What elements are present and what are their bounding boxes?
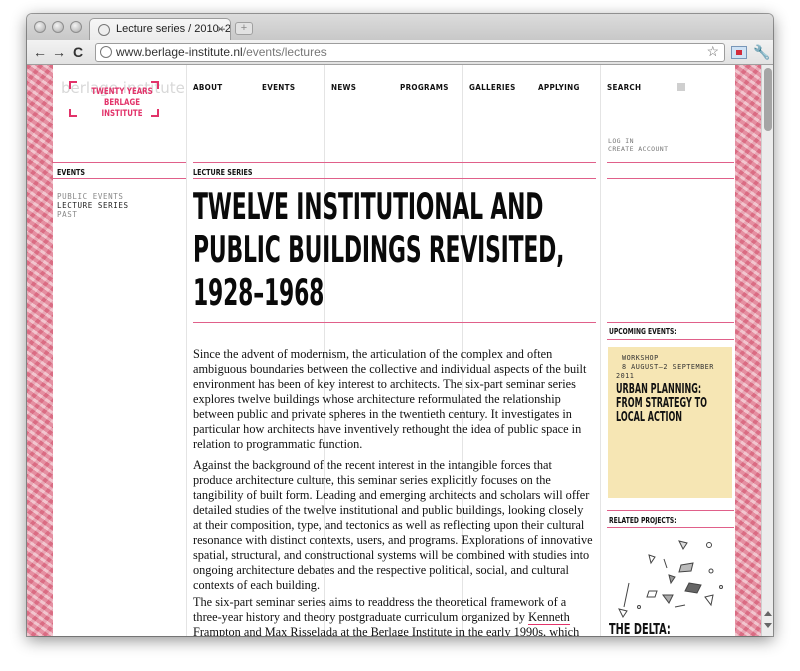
related-project-title[interactable]: THE DELTA: xyxy=(609,620,671,636)
login-link[interactable]: LOG IN xyxy=(608,137,634,145)
minimize-window-button[interactable] xyxy=(52,21,64,33)
scroll-down-arrow[interactable] xyxy=(764,623,772,628)
browser-toolbar: ← → C www.berlage-institute.nl/events/le… xyxy=(27,40,773,65)
nav-programs[interactable]: PROGRAMS xyxy=(400,83,449,92)
event-meta: WORKSHOP 8 AUGUST–2 SEPTEMBER xyxy=(622,354,714,372)
back-button[interactable]: ← xyxy=(33,44,47,60)
background-pattern-right xyxy=(735,65,761,636)
divider xyxy=(193,162,596,163)
address-bar[interactable]: www.berlage-institute.nl/events/lectures… xyxy=(95,43,725,62)
logo-line-2: BERLAGE INSTITUTE xyxy=(101,98,143,119)
related-project-image[interactable] xyxy=(609,535,735,620)
extension-icon[interactable] xyxy=(731,46,747,59)
sidebar-item-lecture-series[interactable]: LECTURE SERIES xyxy=(57,201,129,210)
event-year: 2011 xyxy=(616,372,635,380)
event-dates: 8 AUGUST–2 SEPTEMBER xyxy=(622,363,714,371)
star-icon[interactable]: ☆ xyxy=(706,43,719,60)
event-title-line: URBAN PLANNING: xyxy=(616,382,702,397)
event-type: WORKSHOP xyxy=(622,354,659,362)
sidebar-item-past[interactable]: PAST xyxy=(57,210,77,219)
upcoming-event-card[interactable]: WORKSHOP 8 AUGUST–2 SEPTEMBER 2011 URBAN… xyxy=(608,347,732,498)
event-title-line: LOCAL ACTION xyxy=(616,410,683,425)
nav-about[interactable]: ABOUT xyxy=(193,83,222,92)
paragraph-text: The six-part seminar series aims to read… xyxy=(193,595,567,624)
link-max-risselada[interactable]: Max Risselada xyxy=(264,625,338,636)
create-account-link[interactable]: CREATE ACCOUNT xyxy=(608,145,668,153)
logo-line-1: TWENTY YEARS xyxy=(91,87,153,97)
article-paragraph-3: The six-part seminar series aims to read… xyxy=(193,595,593,636)
scrollbar-thumb[interactable] xyxy=(764,68,772,131)
sidebar-item-public-events[interactable]: PUBLIC EVENTS xyxy=(57,192,124,201)
event-title[interactable]: URBAN PLANNING: FROM STRATEGY TO LOCAL A… xyxy=(616,383,740,425)
sidebar-heading: EVENTS xyxy=(57,168,86,177)
facebook-icon[interactable] xyxy=(677,83,685,91)
reload-button[interactable]: C xyxy=(73,44,83,60)
url-host: www.berlage-institute.nl xyxy=(116,45,243,59)
scroll-up-arrow[interactable] xyxy=(764,611,772,616)
logo-frame: TWENTY YEARS BERLAGE INSTITUTE xyxy=(69,81,159,120)
vertical-scrollbar[interactable] xyxy=(761,65,773,636)
browser-window: Lecture series / 2010–2011 × + ← → C www… xyxy=(27,14,773,636)
grid-line xyxy=(186,65,187,636)
globe-icon xyxy=(100,46,112,58)
divider xyxy=(607,527,734,528)
new-tab-button[interactable]: + xyxy=(235,22,253,35)
page-title: TWELVE INSTITUTIONAL AND PUBLIC BUILDING… xyxy=(193,185,613,314)
page-content: berlage institute TWENTY YEARS BERLAGE I… xyxy=(53,65,735,636)
background-pattern-left xyxy=(27,65,53,636)
nav-search[interactable]: SEARCH xyxy=(607,83,641,92)
zoom-window-button[interactable] xyxy=(70,21,82,33)
logo-text: TWENTY YEARS BERLAGE INSTITUTE xyxy=(88,87,155,120)
wrench-icon[interactable]: 🔧 xyxy=(753,44,770,61)
page-viewport: berlage institute TWENTY YEARS BERLAGE I… xyxy=(27,65,773,636)
forward-button[interactable]: → xyxy=(52,44,66,60)
article-category: LECTURE SERIES xyxy=(193,168,253,177)
grid-line xyxy=(600,65,601,636)
tab-lecture-series[interactable]: Lecture series / 2010–2011 × xyxy=(89,18,231,40)
nav-events[interactable]: EVENTS xyxy=(262,83,295,92)
nav-news[interactable]: NEWS xyxy=(331,83,356,92)
globe-icon xyxy=(98,24,110,36)
divider xyxy=(607,322,734,323)
divider xyxy=(607,510,734,511)
title-line-3: 1928–1968 xyxy=(193,271,325,314)
site-logo[interactable]: berlage institute TWENTY YEARS BERLAGE I… xyxy=(61,79,185,120)
divider xyxy=(607,162,734,163)
divider xyxy=(53,162,186,163)
divider xyxy=(607,339,734,340)
article-paragraph-2: Against the background of the recent int… xyxy=(193,458,593,592)
divider xyxy=(193,322,596,323)
close-window-button[interactable] xyxy=(34,21,46,33)
article-paragraph-1: Since the advent of modernism, the artic… xyxy=(193,347,587,451)
title-line-2: PUBLIC BUILDINGS REVISITED, xyxy=(193,228,565,271)
url-path: /events/lectures xyxy=(242,45,327,59)
tab-title: Lecture series / 2010–2011 xyxy=(116,23,231,35)
nav-applying[interactable]: APPLYING xyxy=(538,83,580,92)
divider xyxy=(193,178,596,179)
tab-strip: Lecture series / 2010–2011 × + xyxy=(27,14,773,40)
divider xyxy=(53,178,186,179)
divider xyxy=(607,178,734,179)
nav-galleries[interactable]: GALLERIES xyxy=(469,83,516,92)
title-line-1: TWELVE INSTITUTIONAL AND xyxy=(193,185,544,228)
related-projects-heading: RELATED PROJECTS: xyxy=(609,516,677,525)
upcoming-events-heading: UPCOMING EVENTS: xyxy=(609,327,677,336)
event-title-line: FROM STRATEGY TO xyxy=(616,396,707,411)
paragraph-text: and xyxy=(240,625,265,636)
tab-close-button[interactable]: × xyxy=(217,22,224,36)
